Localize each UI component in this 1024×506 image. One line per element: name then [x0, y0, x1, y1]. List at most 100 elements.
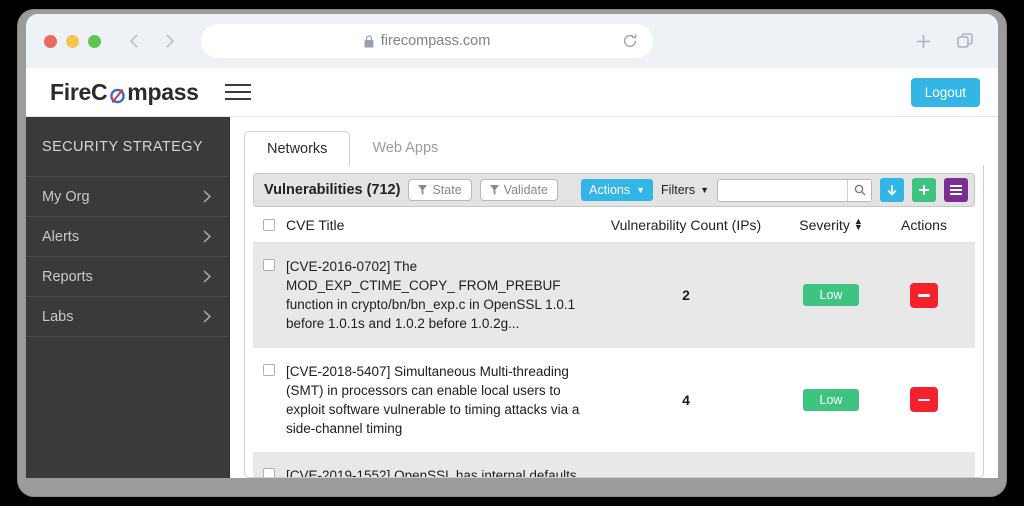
search-input[interactable] — [718, 179, 847, 201]
sidebar-title: SECURITY STRATEGY — [26, 117, 229, 177]
forward-button[interactable] — [159, 31, 179, 51]
table-body: [CVE-2016-0702] The MOD_EXP_CTIME_COPY_ … — [245, 243, 983, 477]
url-text: firecompass.com — [380, 33, 491, 49]
sidebar: SECURITY STRATEGY My Org Alerts Reports … — [26, 117, 230, 478]
tab-bar: Networks Web Apps — [244, 129, 984, 166]
severity-cell: Low — [779, 284, 883, 307]
funnel-icon — [489, 185, 499, 195]
minus-icon — [918, 398, 930, 402]
vulnerability-count-cell: 4 — [682, 391, 690, 408]
column-severity-label: Severity — [799, 217, 850, 233]
state-filter-label: State — [432, 183, 462, 197]
reload-icon[interactable] — [621, 32, 639, 50]
row-checkbox[interactable] — [263, 363, 275, 376]
state-filter-button[interactable]: State — [408, 179, 472, 201]
vulnerabilities-panel: Vulnerabilities (712) State Validate Act… — [244, 165, 984, 478]
address-bar[interactable]: firecompass.com — [201, 24, 653, 58]
chevron-right-icon — [203, 230, 212, 243]
severity-cell: Low — [779, 388, 883, 411]
plus-icon — [919, 185, 929, 195]
cve-title-text: [CVE-2018-5407] Simultaneous Multi-threa… — [286, 363, 580, 437]
table-row[interactable]: [CVE-2016-0702] The MOD_EXP_CTIME_COPY_ … — [253, 243, 975, 348]
search-button[interactable] — [847, 179, 871, 201]
app-logo[interactable]: FireC mpass — [50, 79, 199, 106]
chevron-right-icon — [203, 310, 212, 323]
list-menu-icon — [950, 185, 962, 195]
cve-title-text: [CVE-2019-1552] OpenSSL has internal def… — [286, 468, 577, 477]
download-arrow-icon — [887, 185, 897, 196]
tabs-overview-icon[interactable] — [955, 31, 976, 52]
table-header: CVE Title Vulnerability Count (IPs) Seve… — [253, 207, 975, 243]
sidebar-item-label: Alerts — [42, 228, 80, 245]
cve-title-cell: [CVE-2019-1552] OpenSSL has internal def… — [263, 466, 593, 477]
remove-row-button[interactable] — [910, 282, 938, 308]
sidebar-item-alerts[interactable]: Alerts — [26, 217, 229, 257]
column-cve-title-label: CVE Title — [286, 217, 345, 233]
validate-filter-button[interactable]: Validate — [479, 179, 558, 201]
logo-text-before: FireC — [50, 78, 108, 105]
filters-dropdown[interactable]: Filters ▼ — [661, 183, 709, 197]
lock-icon — [364, 34, 374, 47]
select-all-checkbox[interactable] — [263, 219, 275, 231]
sidebar-item-label: Labs — [42, 308, 74, 325]
browser-screen: firecompass.com FireC mpass Logout SECUR… — [26, 14, 998, 478]
address-bar-content: firecompass.com — [364, 33, 491, 49]
plus-icon[interactable] — [914, 32, 933, 51]
remove-row-button[interactable] — [910, 387, 938, 413]
row-checkbox[interactable] — [263, 259, 275, 271]
table-row[interactable]: [CVE-2019-1552] OpenSSL has internal def… — [253, 452, 975, 477]
app-body: SECURITY STRATEGY My Org Alerts Reports … — [26, 117, 998, 478]
sort-arrows-icon: ▲ ▼ — [853, 216, 863, 232]
browser-window-frame: firecompass.com FireC mpass Logout SECUR… — [18, 10, 1006, 496]
tab-web-apps[interactable]: Web Apps — [350, 131, 460, 165]
chevron-down-icon: ▼ — [636, 184, 646, 195]
column-actions: Actions — [901, 217, 947, 233]
cve-title-text: [CVE-2016-0702] The MOD_EXP_CTIME_COPY_ … — [286, 259, 576, 332]
close-window-button[interactable] — [44, 34, 57, 48]
funnel-icon — [418, 185, 428, 195]
logo-text-after: mpass — [127, 78, 199, 105]
add-button[interactable] — [912, 178, 936, 202]
actions-cell — [883, 282, 965, 308]
sidebar-item-label: My Org — [42, 188, 90, 205]
actions-label: Actions — [589, 183, 631, 197]
search-box — [717, 178, 872, 202]
download-button[interactable] — [880, 178, 904, 202]
status-badge: Low — [802, 388, 860, 411]
hamburger-icon[interactable] — [224, 84, 251, 100]
sidebar-item-label: Reports — [42, 268, 93, 285]
status-badge: Low — [802, 284, 860, 307]
column-cve-title: CVE Title — [263, 217, 593, 233]
window-traffic-lights — [44, 34, 101, 48]
chevron-right-icon — [203, 270, 212, 283]
sidebar-item-reports[interactable]: Reports — [26, 257, 229, 297]
row-checkbox[interactable] — [263, 468, 275, 477]
actions-cell — [883, 387, 965, 413]
cve-title-cell: [CVE-2018-5407] Simultaneous Multi-threa… — [263, 362, 593, 439]
filters-label: Filters — [661, 183, 696, 197]
panel-title: Vulnerabilities (712) — [264, 182, 401, 198]
tab-networks[interactable]: Networks — [244, 131, 351, 166]
browser-chrome: firecompass.com — [26, 14, 998, 68]
panel-toolbar: Vulnerabilities (712) State Validate Act… — [253, 173, 975, 207]
actions-dropdown-button[interactable]: Actions ▼ — [581, 179, 654, 201]
logout-button[interactable]: Logout — [910, 77, 980, 107]
chevron-right-icon — [203, 190, 212, 203]
minimize-window-button[interactable] — [66, 34, 79, 48]
list-menu-button[interactable] — [944, 178, 968, 202]
column-vulnerability-count: Vulnerability Count (IPs) — [610, 217, 762, 233]
validate-filter-label: Validate — [503, 183, 548, 197]
minus-icon — [918, 294, 930, 297]
vulnerability-count-cell: 2 — [682, 287, 690, 304]
sidebar-item-my-org[interactable]: My Org — [26, 177, 229, 217]
chevron-down-icon: ▼ — [700, 184, 709, 195]
column-severity[interactable]: Severity ▲ ▼ — [779, 217, 883, 233]
search-icon — [854, 184, 865, 196]
back-button[interactable] — [125, 31, 145, 51]
maximize-window-button[interactable] — [88, 34, 101, 48]
table-row[interactable]: [CVE-2018-5407] Simultaneous Multi-threa… — [253, 348, 975, 453]
sidebar-item-labs[interactable]: Labs — [26, 297, 229, 337]
compass-icon — [108, 84, 127, 103]
browser-nav-buttons — [125, 31, 179, 51]
browser-chrome-right — [914, 31, 980, 52]
